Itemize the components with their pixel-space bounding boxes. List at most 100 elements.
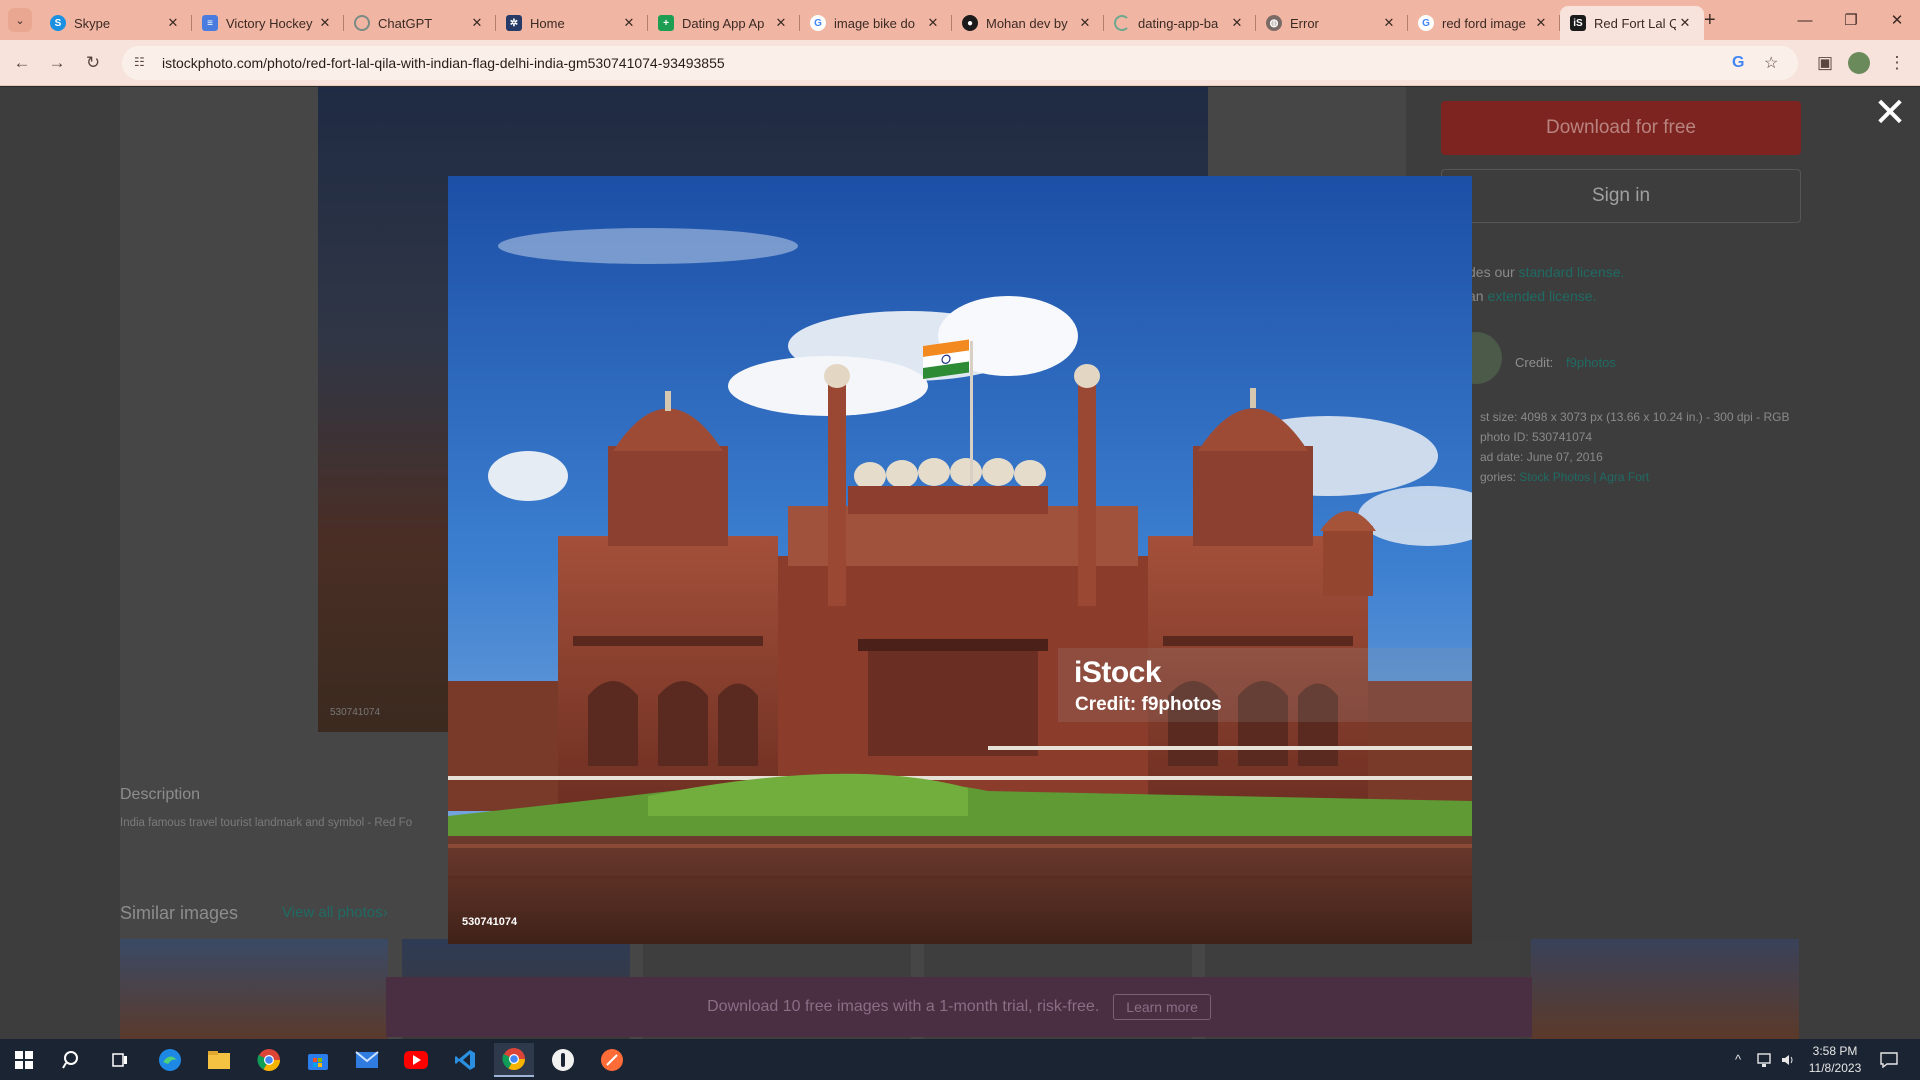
clock-date: 11/8/2023 xyxy=(1808,1061,1862,1075)
google-icon: G xyxy=(1418,15,1434,31)
globe-icon: ◍ xyxy=(1266,15,1282,31)
window-close-icon[interactable]: ✕ xyxy=(1874,0,1920,40)
reload-icon[interactable]: ↻ xyxy=(80,50,106,76)
standard-license-link[interactable]: standard license. xyxy=(1519,264,1625,280)
back-arrow-icon[interactable]: ← xyxy=(9,50,35,76)
new-tab-button[interactable]: + xyxy=(1704,8,1716,32)
edge-icon[interactable] xyxy=(150,1043,190,1077)
tab-error[interactable]: ◍ Error ✕ xyxy=(1256,6,1408,40)
tab-red-fort-active[interactable]: iS Red Fort Lal Qi ✕ xyxy=(1560,6,1704,40)
tab-title: red ford image xyxy=(1442,15,1526,31)
tab-search-button[interactable]: ⌄ xyxy=(8,8,32,32)
menu-kebab-icon[interactable]: ⋮ xyxy=(1884,50,1910,76)
minimize-icon[interactable]: — xyxy=(1782,0,1828,40)
tab-close-icon[interactable]: ✕ xyxy=(1076,15,1094,31)
learn-more-button[interactable]: Learn more xyxy=(1113,994,1211,1020)
sheets-icon: + xyxy=(658,15,674,31)
address-bar[interactable]: ☷ istockphoto.com/photo/red-fort-lal-qil… xyxy=(122,46,1798,80)
home-app-icon: ✲ xyxy=(506,15,522,31)
tab-skype[interactable]: S Skype ✕ xyxy=(40,6,192,40)
right-panel: Download for free Sign in des our standa… xyxy=(1420,87,1820,1039)
github-icon: ● xyxy=(962,15,978,31)
tab-title: image bike do xyxy=(834,15,915,31)
store-icon[interactable] xyxy=(298,1043,338,1077)
description-title: Description xyxy=(120,786,201,803)
extended-license-link[interactable]: extended license. xyxy=(1487,288,1596,304)
tab-close-icon[interactable]: ✕ xyxy=(1228,15,1246,31)
tab-close-icon[interactable]: ✕ xyxy=(924,15,942,31)
watermark-credit: Credit: f9photos xyxy=(1075,694,1222,715)
sign-in-button[interactable]: Sign in xyxy=(1441,169,1801,223)
download-free-button[interactable]: Download for free xyxy=(1441,101,1801,155)
system-clock[interactable]: 3:58 PM 11/8/2023 xyxy=(1800,1043,1870,1077)
side-panel-icon[interactable]: ▣ xyxy=(1812,50,1838,76)
tab-title: Victory Hockey xyxy=(226,15,313,31)
meta-categories: gories: Stock Photos | Agra Fort xyxy=(1480,470,1649,484)
file-explorer-icon[interactable] xyxy=(199,1043,239,1077)
youtube-icon[interactable] xyxy=(396,1043,436,1077)
browser-toolbar: ← → ↻ ☷ istockphoto.com/photo/red-fort-l… xyxy=(0,40,1920,86)
tab-close-icon[interactable]: ✕ xyxy=(468,15,486,31)
credit-name-link[interactable]: f9photos xyxy=(1566,355,1616,370)
windows-start-icon[interactable] xyxy=(4,1043,44,1077)
promo-text: Download 10 free images with a 1-month t… xyxy=(707,998,1100,1015)
postman-icon[interactable] xyxy=(592,1043,632,1077)
promo-banner: Download 10 free images with a 1-month t… xyxy=(386,977,1532,1037)
loading-icon xyxy=(1114,15,1130,31)
search-icon[interactable] xyxy=(52,1043,92,1077)
tab-red-ford-image[interactable]: G red ford image ✕ xyxy=(1408,6,1560,40)
meta-photo-id: photo ID: 530741074 xyxy=(1480,430,1593,444)
task-view-icon[interactable] xyxy=(100,1043,140,1077)
volume-icon[interactable] xyxy=(1780,1039,1796,1080)
tab-dating-app-backend[interactable]: dating-app-ba ✕ xyxy=(1104,6,1256,40)
tab-title: Dating App Ap xyxy=(682,15,765,31)
license-line-extended: an extended license. xyxy=(1468,288,1596,304)
tab-mohan-dev[interactable]: ● Mohan dev by ✕ xyxy=(952,6,1104,40)
chrome-active-icon[interactable] xyxy=(494,1043,534,1077)
tab-close-icon[interactable]: ✕ xyxy=(316,15,334,31)
tab-close-icon[interactable]: ✕ xyxy=(620,15,638,31)
similar-thumb[interactable] xyxy=(1531,939,1799,1039)
image-id-label: 530741074 xyxy=(462,916,518,928)
tab-title: Skype xyxy=(74,15,111,31)
notifications-icon[interactable] xyxy=(1880,1039,1898,1080)
similar-thumb[interactable] xyxy=(120,939,388,1039)
tab-title: Red Fort Lal Qi xyxy=(1594,15,1676,31)
site-info-icon[interactable]: ☷ xyxy=(134,55,150,71)
tab-close-icon[interactable]: ✕ xyxy=(1380,15,1398,31)
show-hidden-icons-icon[interactable]: ^ xyxy=(1735,1039,1741,1080)
categories-label: gories: xyxy=(1480,470,1517,484)
tab-home[interactable]: ✲ Home ✕ xyxy=(496,6,648,40)
google-lens-icon[interactable]: G xyxy=(1732,46,1744,80)
tab-victory-hockey[interactable]: ≡ Victory Hockey ✕ xyxy=(192,6,344,40)
tab-close-icon[interactable]: ✕ xyxy=(772,15,790,31)
meta-upload-date: ad date: June 07, 2016 xyxy=(1480,450,1603,464)
tab-title: Error xyxy=(1290,15,1319,31)
forward-arrow-icon[interactable]: → xyxy=(44,50,70,76)
clock-time: 3:58 PM xyxy=(1812,1044,1858,1058)
tab-close-icon[interactable]: ✕ xyxy=(1532,15,1550,31)
tab-chatgpt[interactable]: ChatGPT ✕ xyxy=(344,6,496,40)
tab-title: dating-app-ba xyxy=(1138,15,1219,31)
tab-close-icon[interactable]: ✕ xyxy=(1676,15,1694,31)
lightbox-image[interactable]: iStock Credit: f9photos 530741074 xyxy=(448,176,1472,944)
mail-icon[interactable] xyxy=(347,1043,387,1077)
network-icon[interactable] xyxy=(1756,1039,1774,1080)
credit-label: Credit: xyxy=(1515,355,1554,370)
vscode-icon[interactable] xyxy=(445,1043,485,1077)
tab-strip: ⌄ S Skype ✕ ≡ Victory Hockey ✕ ChatGPT ✕… xyxy=(0,0,1920,40)
url-text[interactable]: istockphoto.com/photo/red-fort-lal-qila-… xyxy=(162,55,725,71)
tab-dating-app[interactable]: + Dating App Ap ✕ xyxy=(648,6,800,40)
tab-image-bike[interactable]: G image bike do ✕ xyxy=(800,6,952,40)
circle-app-icon[interactable] xyxy=(543,1043,583,1077)
tab-close-icon[interactable]: ✕ xyxy=(164,15,182,31)
restore-icon[interactable]: ❐ xyxy=(1828,0,1874,40)
categories-links[interactable]: Stock Photos | Agra Fort xyxy=(1519,470,1649,484)
profile-avatar[interactable] xyxy=(1848,52,1870,74)
view-all-photos-link[interactable]: View all photos› xyxy=(282,904,388,921)
meta-size: st size: 4098 x 3073 px (13.66 x 10.24 i… xyxy=(1480,410,1790,424)
chrome-icon[interactable] xyxy=(249,1043,289,1077)
close-icon[interactable]: ✕ xyxy=(1873,93,1907,133)
bookmark-star-icon[interactable]: ☆ xyxy=(1764,46,1778,80)
tabs-container: S Skype ✕ ≡ Victory Hockey ✕ ChatGPT ✕ ✲… xyxy=(40,6,1704,40)
